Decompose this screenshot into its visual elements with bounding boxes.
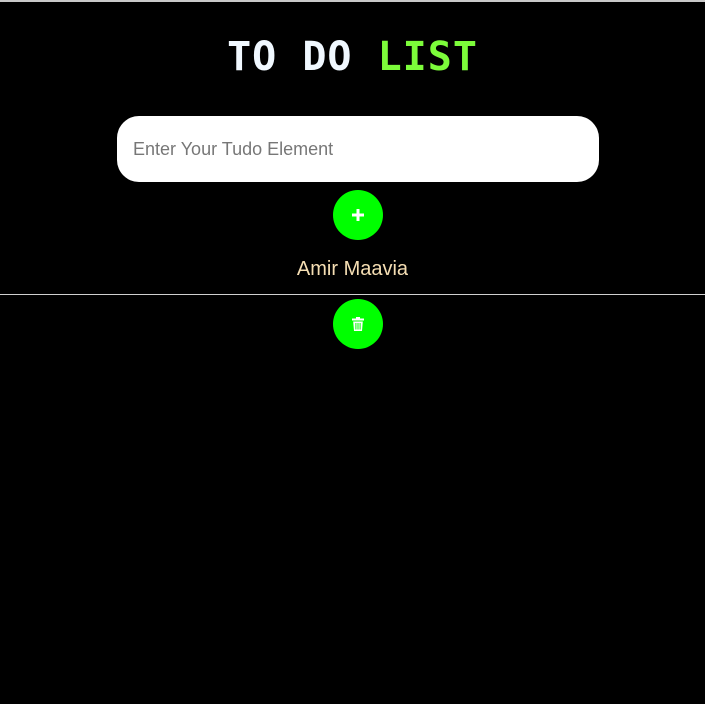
- add-button[interactable]: [333, 190, 383, 240]
- delete-button[interactable]: [333, 299, 383, 349]
- top-border-line: [0, 0, 705, 2]
- page-title: TO DO LIST: [0, 33, 705, 81]
- title-part-list: LIST: [377, 34, 478, 80]
- list-item: Amir Maavia: [296, 258, 409, 280]
- todo-input-container: [117, 116, 599, 182]
- trash-icon: [352, 317, 364, 331]
- todo-input[interactable]: [117, 116, 599, 182]
- title-part-todo: TO DO: [227, 34, 353, 80]
- list-item-divider: [0, 294, 705, 295]
- plus-icon: [351, 208, 365, 222]
